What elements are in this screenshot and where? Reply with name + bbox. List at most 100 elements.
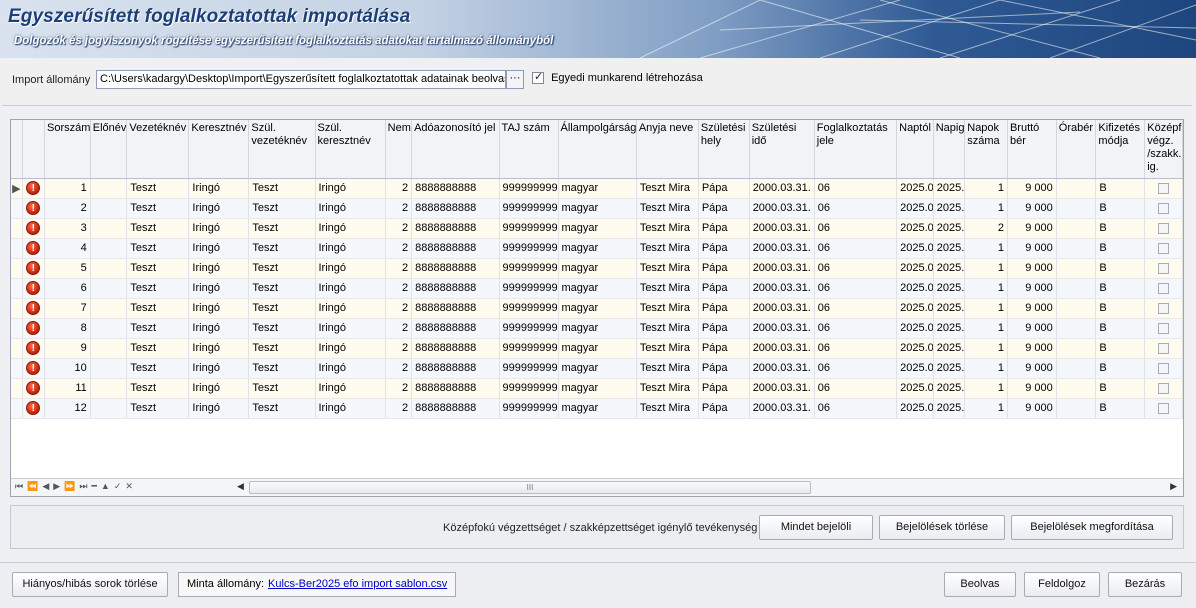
column-header-8[interactable]: Nem [385,120,413,179]
cell-oraber[interactable] [1056,338,1097,359]
cell-keresztnev[interactable]: Iringó [188,378,250,399]
column-header-11[interactable]: Állampolgárság [558,120,637,179]
cell-sorszam[interactable]: 7 [44,298,91,319]
cell-szul-hely[interactable]: Pápa [698,318,750,339]
cell-kifizetes[interactable]: B [1095,278,1146,299]
cell-adoazonosito[interactable]: 8888888888 [411,258,500,279]
cell-kifizetes[interactable]: B [1095,398,1146,419]
cell-allampolgarsag[interactable]: magyar [558,258,637,279]
cell-szul-vezeteknev[interactable]: Teszt [248,298,316,319]
kozepfoku-checkbox[interactable] [1158,322,1170,334]
cell-taj[interactable]: 999999999 [499,358,559,379]
cell-allampolgarsag[interactable]: magyar [558,178,637,199]
cell-brutto[interactable]: 9 000 [1007,238,1057,259]
cell-foglalkoztatas[interactable]: 06 [814,398,898,419]
cell-szul-ido[interactable]: 2000.03.31. [749,258,815,279]
cell-oraber[interactable] [1056,178,1097,199]
cell-szul-ido[interactable]: 2000.03.31. [749,378,815,399]
cell-napig[interactable]: 2025. [933,338,966,359]
cell-naptol[interactable]: 2025.0 [896,398,934,419]
table-row[interactable]: ! 3 Teszt Iringó Teszt Iringó 2 8888888888 99999… [11,218,1183,239]
cell-kozepfoku[interactable] [1144,218,1183,239]
column-header-16[interactable]: Naptól [896,120,934,179]
cell-szul-vezeteknev[interactable]: Teszt [248,258,316,279]
cell-keresztnev[interactable]: Iringó [188,178,250,199]
cell-vezeteknev[interactable]: Teszt [126,258,190,279]
cell-nem[interactable]: 2 [385,318,413,339]
cell-szul-keresztnev[interactable]: Iringó [315,198,386,219]
row-indicator[interactable] [11,278,23,299]
cell-kozepfoku[interactable] [1144,278,1183,299]
cell-napig[interactable]: 2025. [933,218,966,239]
prev-record-icon[interactable]: ◀ [42,481,53,491]
browse-button[interactable]: ··· [506,70,524,89]
cell-taj[interactable]: 999999999 [499,258,559,279]
table-row[interactable]: ! 10 Teszt Iringó Teszt Iringó 2 8888888888 9999… [11,358,1183,379]
cell-szul-ido[interactable]: 2000.03.31. [749,318,815,339]
cell-napig[interactable]: 2025. [933,378,966,399]
cell-kozepfoku[interactable] [1144,378,1183,399]
cell-keresztnev[interactable]: Iringó [188,218,250,239]
cell-naptol[interactable]: 2025.0 [896,178,934,199]
cell-taj[interactable]: 999999999 [499,238,559,259]
cell-szul-vezeteknev[interactable]: Teszt [248,218,316,239]
table-row[interactable]: ! 7 Teszt Iringó Teszt Iringó 2 8888888888 99999… [11,298,1183,319]
table-row[interactable]: ! 11 Teszt Iringó Teszt Iringó 2 8888888888 9999… [11,378,1183,399]
cell-szul-vezeteknev[interactable]: Teszt [248,378,316,399]
cell-szul-hely[interactable]: Pápa [698,178,750,199]
cell-adoazonosito[interactable]: 8888888888 [411,338,500,359]
cell-szul-keresztnev[interactable]: Iringó [315,238,386,259]
cancel-icon[interactable]: ✕ [125,481,137,491]
import-file-input[interactable]: C:\Users\kadargy\Desktop\Import\Egyszerű… [96,70,506,89]
load-button[interactable]: Beolvas [944,572,1016,597]
cell-taj[interactable]: 999999999 [499,318,559,339]
cell-keresztnev[interactable]: Iringó [188,338,250,359]
cell-szul-ido[interactable]: 2000.03.31. [749,238,815,259]
horizontal-scrollbar[interactable]: ◀ III ▶ [237,480,1183,495]
cell-foglalkoztatas[interactable]: 06 [814,238,898,259]
cell-naptol[interactable]: 2025.0 [896,238,934,259]
cell-szul-keresztnev[interactable]: Iringó [315,298,386,319]
cell-napok[interactable]: 1 [964,318,1008,339]
kozepfoku-checkbox[interactable] [1158,402,1170,414]
column-header-21[interactable]: Kifizetés módja [1095,120,1146,179]
cell-brutto[interactable]: 9 000 [1007,318,1057,339]
cell-napig[interactable]: 2025. [933,258,966,279]
cell-oraber[interactable] [1056,198,1097,219]
cell-naptol[interactable]: 2025.0 [896,358,934,379]
cell-brutto[interactable]: 9 000 [1007,398,1057,419]
column-header-0[interactable] [11,120,23,179]
column-header-17[interactable]: Napig [933,120,966,179]
cell-kozepfoku[interactable] [1144,238,1183,259]
scroll-right-icon[interactable]: ▶ [1170,481,1177,492]
row-indicator[interactable] [11,238,23,259]
cell-kozepfoku[interactable] [1144,178,1183,199]
cell-allampolgarsag[interactable]: magyar [558,238,637,259]
up-record-icon[interactable]: ▲ [101,481,114,491]
column-header-2[interactable]: Sorszám [44,120,91,179]
cell-szul-vezeteknev[interactable]: Teszt [248,338,316,359]
cell-napig[interactable]: 2025. [933,278,966,299]
kozepfoku-checkbox[interactable] [1158,262,1170,274]
cell-keresztnev[interactable]: Iringó [188,318,250,339]
column-header-9[interactable]: Adóazonosító jel [411,120,500,179]
cell-naptol[interactable]: 2025.0 [896,338,934,359]
invert-marks-button[interactable]: Bejelölések megfordítása [1011,515,1173,540]
column-header-4[interactable]: Vezetéknév [126,120,190,179]
cell-szul-vezeteknev[interactable]: Teszt [248,178,316,199]
row-indicator[interactable]: ▶ [11,178,23,199]
column-header-6[interactable]: Szül. vezetéknév [248,120,316,179]
cell-keresztnev[interactable]: Iringó [188,238,250,259]
cell-kozepfoku[interactable] [1144,358,1183,379]
cell-foglalkoztatas[interactable]: 06 [814,278,898,299]
cell-kifizetes[interactable]: B [1095,258,1146,279]
cell-anyja-neve[interactable]: Teszt Mira [636,318,699,339]
cell-napok[interactable]: 1 [964,258,1008,279]
cell-adoazonosito[interactable]: 8888888888 [411,378,500,399]
cell-keresztnev[interactable]: Iringó [188,398,250,419]
column-header-5[interactable]: Keresztnév [188,120,250,179]
cell-nem[interactable]: 2 [385,198,413,219]
cell-vezeteknev[interactable]: Teszt [126,238,190,259]
cell-szul-vezeteknev[interactable]: Teszt [248,358,316,379]
column-header-3[interactable]: Előnév [90,120,128,179]
